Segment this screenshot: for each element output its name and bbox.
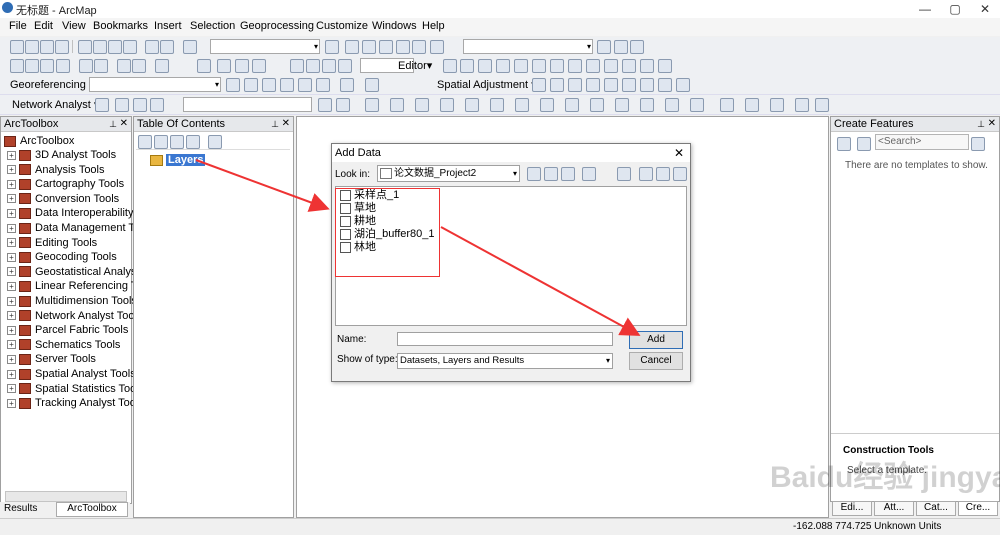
baidu-watermark: Baidu经验 jingyan.baidu.com bbox=[770, 461, 1000, 494]
arrow-layers-to-files bbox=[195, 159, 330, 212]
arrow-files-to-add bbox=[440, 226, 641, 336]
